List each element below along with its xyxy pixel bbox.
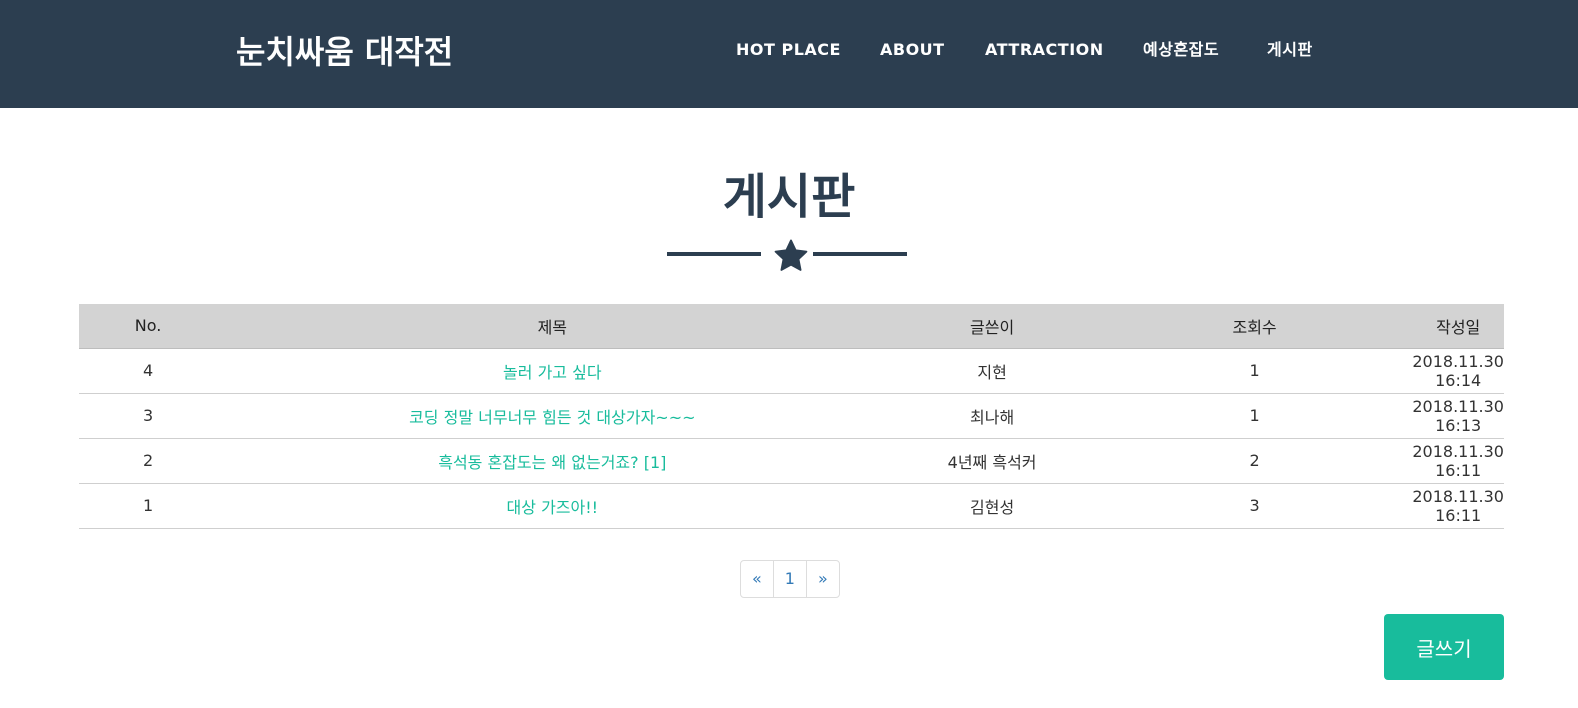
pagination-prev[interactable]: « bbox=[741, 561, 774, 597]
write-post-button[interactable]: 글쓰기 bbox=[1384, 614, 1504, 680]
post-title-link[interactable]: 대상 가즈아!! bbox=[507, 498, 599, 517]
row-views: 1 bbox=[1096, 393, 1413, 439]
post-title-link[interactable]: 코딩 정말 너무너무 힘든 것 대상가자~~~ bbox=[409, 408, 695, 427]
row-no: 3 bbox=[79, 393, 218, 439]
column-header-no: No. bbox=[79, 304, 218, 349]
nav-board[interactable]: 게시판 bbox=[1267, 38, 1313, 62]
row-author: 김현성 bbox=[887, 483, 1097, 529]
page-title: 게시판 bbox=[722, 169, 856, 225]
pagination-next[interactable]: » bbox=[807, 561, 839, 597]
brand-logo[interactable]: 눈치싸움 대작전 bbox=[236, 30, 453, 74]
row-views: 1 bbox=[1096, 348, 1413, 394]
column-header-title: 제목 bbox=[217, 304, 888, 349]
row-author: 최나해 bbox=[887, 393, 1097, 439]
column-header-views: 조회수 bbox=[1096, 304, 1413, 349]
nav-hot-place[interactable]: HOT PLACE bbox=[736, 38, 841, 62]
pagination-page-1[interactable]: 1 bbox=[774, 561, 807, 597]
top-navbar: 눈치싸움 대작전 HOT PLACE ABOUT ATTRACTION 예상혼잡… bbox=[0, 0, 1578, 108]
row-date: 2018.11.30 16:11 bbox=[1412, 438, 1504, 484]
row-author: 지현 bbox=[887, 348, 1097, 394]
row-no: 2 bbox=[79, 438, 218, 484]
column-header-author: 글쓴이 bbox=[887, 304, 1097, 349]
row-date: 2018.11.30 16:14 bbox=[1412, 348, 1504, 394]
row-date: 2018.11.30 16:11 bbox=[1412, 483, 1504, 529]
post-title-link[interactable]: 놀러 가고 싶다 bbox=[503, 363, 602, 382]
row-date: 2018.11.30 16:13 bbox=[1412, 393, 1504, 439]
star-icon bbox=[774, 239, 808, 271]
board-table: No. 제목 글쓴이 조회수 작성일 4 놀러 가고 싶다 지현 1 2018.… bbox=[79, 304, 1504, 529]
row-no: 1 bbox=[79, 483, 218, 529]
column-header-date: 작성일 bbox=[1412, 304, 1504, 349]
nav-congestion-forecast[interactable]: 예상혼잡도 bbox=[1143, 38, 1219, 62]
table-row: 1 대상 가즈아!! 김현성 3 2018.11.30 16:11 bbox=[79, 483, 1504, 529]
row-no: 4 bbox=[79, 348, 218, 394]
pagination: « 1 » bbox=[740, 560, 840, 598]
divider-line-left bbox=[667, 252, 761, 256]
divider-line-right bbox=[813, 252, 907, 256]
post-title-link[interactable]: 흑석동 혼잡도는 왜 없는거죠? [1] bbox=[438, 453, 666, 472]
table-row: 3 코딩 정말 너무너무 힘든 것 대상가자~~~ 최나해 1 2018.11.… bbox=[79, 393, 1504, 439]
row-views: 2 bbox=[1096, 438, 1413, 484]
row-views: 3 bbox=[1096, 483, 1413, 529]
table-row: 4 놀러 가고 싶다 지현 1 2018.11.30 16:14 bbox=[79, 348, 1504, 394]
table-row: 2 흑석동 혼잡도는 왜 없는거죠? [1] 4년째 흑석커 2 2018.11… bbox=[79, 438, 1504, 484]
nav-attraction[interactable]: ATTRACTION bbox=[985, 38, 1104, 62]
table-header-row: No. 제목 글쓴이 조회수 작성일 bbox=[79, 304, 1504, 349]
row-author: 4년째 흑석커 bbox=[887, 438, 1097, 484]
nav-about[interactable]: ABOUT bbox=[880, 38, 945, 62]
